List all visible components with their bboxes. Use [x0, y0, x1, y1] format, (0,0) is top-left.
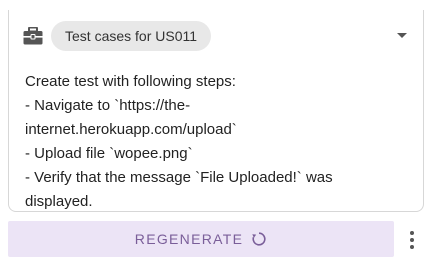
- instruction-line: internet.herokuapp.com/upload`: [25, 121, 237, 138]
- instruction-line: displayed.: [25, 193, 93, 210]
- briefcase-icon: [23, 27, 43, 45]
- card-header: Test cases for US011: [9, 10, 423, 60]
- chevron-down-icon[interactable]: [393, 27, 411, 43]
- refresh-icon: [252, 232, 266, 246]
- instruction-line: - Verify that the message `File Uploaded…: [25, 169, 333, 186]
- test-cases-chip[interactable]: Test cases for US011: [51, 21, 212, 51]
- test-instructions: Create test with following steps: - Navi…: [25, 70, 415, 214]
- instruction-line: Create test with following steps:: [25, 73, 236, 90]
- instruction-line: - Upload file `wopee.png`: [25, 145, 193, 162]
- regenerate-label: REGENERATE: [134, 231, 244, 247]
- instruction-line: - Navigate to `https://the-: [25, 97, 191, 114]
- test-case-card: Test cases for US011 Create test with fo…: [8, 10, 424, 212]
- regenerate-button[interactable]: REGENERATE: [8, 221, 394, 257]
- more-vert-icon[interactable]: [403, 229, 421, 251]
